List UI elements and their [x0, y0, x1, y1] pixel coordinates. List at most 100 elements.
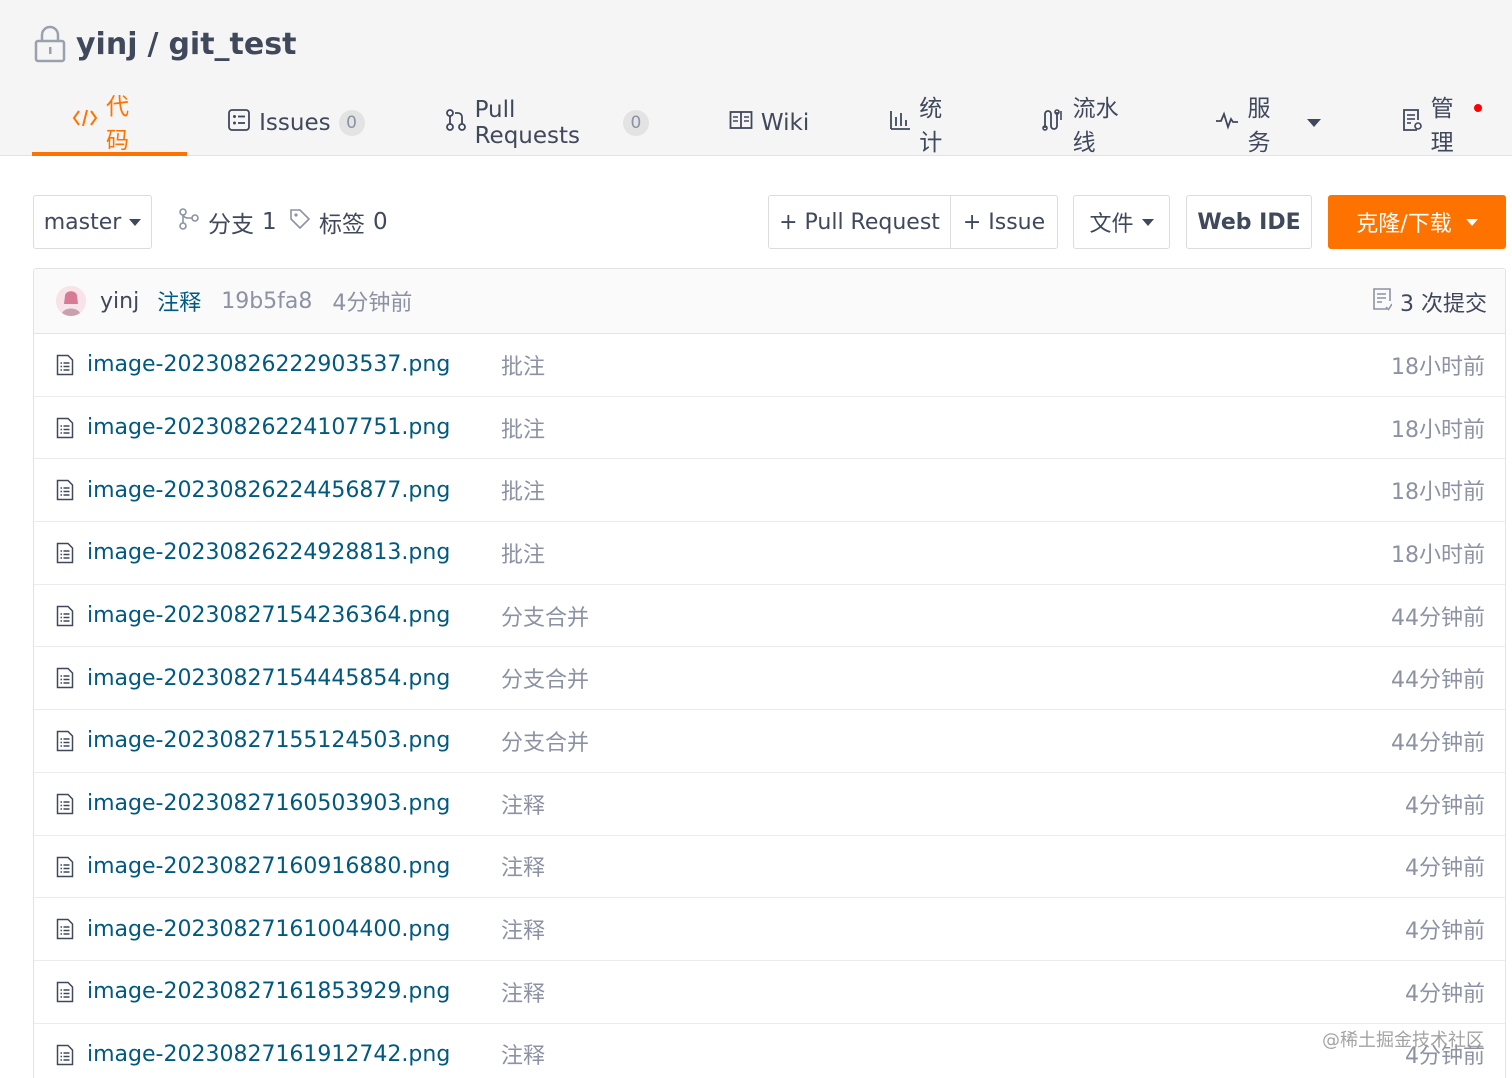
file-name-link[interactable]: image-20230827161853929.png [87, 979, 450, 1004]
file-row[interactable]: image-20230827161853929.png 注释 4分钟前 [34, 961, 1505, 1024]
commit-author[interactable]: yinj [100, 289, 139, 314]
file-commit-message[interactable]: 注释 [501, 913, 545, 945]
file-commit-time: 18小时前 [1391, 542, 1485, 568]
new-pull-request-button[interactable]: + Pull Request [768, 195, 951, 249]
file-commit-time: 4分钟前 [1405, 793, 1485, 819]
file-commit-message[interactable]: 批注 [501, 537, 545, 569]
file-name-link[interactable]: image-20230827155124503.png [87, 728, 450, 753]
file-name-link[interactable]: image-20230827161912742.png [87, 1042, 450, 1067]
file-name-link[interactable]: image-20230827154236364.png [87, 603, 450, 628]
pulse-icon [1215, 110, 1239, 136]
file-list-panel: yinj 注释 19b5fa8 4分钟前 3 次提交 image-2023082… [33, 268, 1506, 1078]
branch-select-value: master [43, 209, 122, 235]
file-row[interactable]: image-20230827155124503.png 分支合并 44分钟前 [34, 710, 1505, 773]
tab-label: 服务 [1247, 96, 1271, 156]
pull-request-icon [445, 108, 467, 138]
commit-message[interactable]: 注释 [157, 285, 201, 317]
tags-link[interactable]: 标签 0 [289, 195, 388, 249]
file-row[interactable]: image-20230827154445854.png 分支合并 44分钟前 [34, 647, 1505, 711]
file-commit-message[interactable]: 注释 [501, 1038, 545, 1070]
tab-label: Issues [259, 110, 331, 136]
file-row[interactable]: image-20230827161912742.png 注释 4分钟前 [34, 1024, 1505, 1078]
file-commit-message[interactable]: 注释 [501, 976, 545, 1008]
new-issue-button[interactable]: + Issue [950, 195, 1058, 249]
tab-pipeline[interactable]: 流水线 [1001, 90, 1176, 156]
file-commit-message[interactable]: 分支合并 [501, 662, 589, 694]
clone-download-label: 克隆/下载 [1356, 212, 1452, 237]
commit-time: 4分钟前 [332, 291, 413, 316]
file-commit-message[interactable]: 批注 [501, 474, 545, 506]
file-name-link[interactable]: image-20230826224928813.png [87, 540, 450, 565]
tab-stats[interactable]: 统计 [849, 90, 1000, 156]
latest-commit-bar: yinj 注释 19b5fa8 4分钟前 3 次提交 [34, 269, 1505, 334]
lock-icon [34, 25, 66, 63]
file-icon [56, 1044, 74, 1072]
chevron-down-icon [1465, 218, 1478, 226]
new-pull-request-label: + Pull Request [779, 209, 940, 235]
tab-services[interactable]: 服务 [1175, 90, 1360, 156]
commit-count-link[interactable]: 3 次提交 [1372, 269, 1487, 334]
file-row[interactable]: image-20230826224107751.png 批注 18小时前 [34, 397, 1505, 460]
branch-select[interactable]: master [33, 195, 152, 249]
file-commit-time: 44分钟前 [1391, 605, 1485, 631]
avatar[interactable] [56, 286, 86, 316]
file-commit-message[interactable]: 注释 [501, 788, 545, 820]
clone-download-button[interactable]: 克隆/下载 [1328, 195, 1506, 249]
repo-separator: / [147, 26, 159, 62]
file-commit-time: 44分钟前 [1391, 668, 1485, 694]
commit-count-label: 3 次提交 [1400, 291, 1487, 317]
tab-code[interactable]: 代码 [32, 90, 188, 156]
file-name-link[interactable]: image-20230826224456877.png [87, 478, 450, 503]
file-commit-message[interactable]: 批注 [501, 412, 545, 444]
tab-wiki[interactable]: Wiki [689, 90, 849, 156]
file-commit-time: 44分钟前 [1391, 730, 1485, 756]
tags-count: 0 [373, 209, 388, 235]
tag-icon [289, 208, 311, 236]
file-name-link[interactable]: image-20230827160503903.png [87, 791, 450, 816]
file-row[interactable]: image-20230827160503903.png 注释 4分钟前 [34, 773, 1505, 836]
watermark: @稀土掘金技术社区 [1322, 1030, 1484, 1051]
branches-link[interactable]: 分支 1 [178, 195, 277, 249]
issues-icon [227, 108, 251, 138]
repo-tabs: 代码 Issues 0 Pull Requests 0 Wiki 统计 流水线 … [32, 90, 1512, 156]
file-commit-message[interactable]: 分支合并 [501, 725, 589, 757]
tab-issues[interactable]: Issues 0 [187, 90, 404, 156]
repo-title: yinj / git_test [34, 22, 296, 66]
file-name-link[interactable]: image-20230826222903537.png [87, 352, 450, 377]
tab-manage[interactable]: 管理 [1361, 90, 1512, 156]
file-row[interactable]: image-20230826224928813.png 批注 18小时前 [34, 522, 1505, 585]
repo-name[interactable]: git_test [168, 27, 296, 62]
manage-icon [1401, 108, 1423, 138]
tab-pull-requests[interactable]: Pull Requests 0 [405, 90, 689, 156]
file-commit-message[interactable]: 分支合并 [501, 600, 589, 632]
file-menu-button[interactable]: 文件 [1073, 195, 1170, 249]
file-row[interactable]: image-20230827161004400.png 注释 4分钟前 [34, 898, 1505, 961]
file-name-link[interactable]: image-20230827161004400.png [87, 917, 450, 942]
repo-owner[interactable]: yinj [76, 27, 137, 62]
tags-label: 标签 [319, 212, 365, 238]
file-row[interactable]: image-20230826222903537.png 批注 18小时前 [34, 334, 1505, 397]
file-commit-message[interactable]: 批注 [501, 349, 545, 381]
file-row[interactable]: image-20230827154236364.png 分支合并 44分钟前 [34, 585, 1505, 648]
code-icon [72, 107, 98, 135]
chevron-down-icon [1306, 119, 1321, 127]
file-name-link[interactable]: image-20230827154445854.png [87, 666, 450, 691]
file-icon [56, 793, 74, 821]
web-ide-button[interactable]: Web IDE [1186, 195, 1312, 249]
file-name-link[interactable]: image-20230827160916880.png [87, 854, 450, 879]
chart-icon [889, 109, 911, 137]
file-commit-message[interactable]: 注释 [501, 850, 545, 882]
file-name-link[interactable]: image-20230826224107751.png [87, 415, 450, 440]
file-icon [56, 354, 74, 382]
file-commit-time: 4分钟前 [1405, 856, 1485, 882]
file-icon [56, 667, 74, 695]
file-row[interactable]: image-20230826224456877.png 批注 18小时前 [34, 459, 1505, 523]
file-row[interactable]: image-20230827160916880.png 注释 4分钟前 [34, 836, 1505, 899]
file-commit-time: 4分钟前 [1405, 919, 1485, 945]
repo-toolbar: master 分支 1 标签 0 + Pull Request + Issue … [33, 195, 1506, 249]
file-commit-time: 18小时前 [1391, 480, 1485, 506]
branches-count: 1 [262, 209, 277, 235]
file-commit-time: 18小时前 [1391, 417, 1485, 443]
file-icon [56, 981, 74, 1009]
commit-hash[interactable]: 19b5fa8 [221, 289, 312, 314]
